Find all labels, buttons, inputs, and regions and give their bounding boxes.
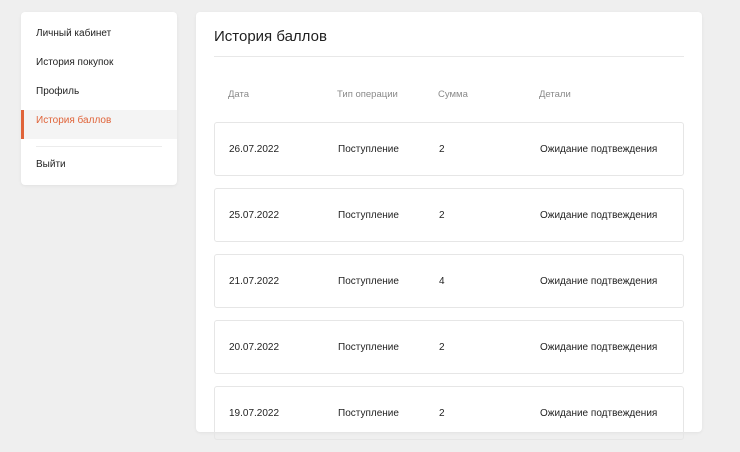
sidebar-item-purchase-history[interactable]: История покупок	[21, 52, 177, 81]
sidebar-item-account[interactable]: Личный кабинет	[21, 23, 177, 52]
table-row: 25.07.2022 Поступление 2 Ожидание подтве…	[214, 188, 684, 242]
row-date: 25.07.2022	[229, 210, 280, 221]
row-amount: 2	[439, 144, 445, 155]
table-header: Дата Тип операции Сумма Детали	[214, 89, 684, 103]
table-row: 20.07.2022 Поступление 2 Ожидание подтве…	[214, 320, 684, 374]
row-type: Поступление	[338, 144, 399, 155]
row-details: Ожидание подтвеждения	[540, 408, 658, 419]
row-details: Ожидание подтвеждения	[540, 144, 658, 155]
row-type: Поступление	[338, 276, 399, 287]
sidebar-item-profile[interactable]: Профиль	[21, 81, 177, 110]
column-header-details: Детали	[539, 89, 571, 100]
row-type: Поступление	[338, 342, 399, 353]
column-header-type: Тип операции	[337, 89, 398, 100]
page-title: История баллов	[214, 28, 327, 45]
table-row: 19.07.2022 Поступление 2 Ожидание подтве…	[214, 386, 684, 440]
row-details: Ожидание подтвеждения	[540, 210, 658, 221]
column-header-amount: Сумма	[438, 89, 468, 100]
row-amount: 2	[439, 408, 445, 419]
row-amount: 2	[439, 210, 445, 221]
table-row: 21.07.2022 Поступление 4 Ожидание подтве…	[214, 254, 684, 308]
row-date: 26.07.2022	[229, 144, 280, 155]
points-table: 26.07.2022 Поступление 2 Ожидание подтве…	[214, 122, 684, 452]
row-amount: 4	[439, 276, 445, 287]
row-date: 20.07.2022	[229, 342, 280, 353]
row-details: Ожидание подтвеждения	[540, 342, 658, 353]
sidebar-nav: Личный кабинет История покупок Профиль И…	[21, 12, 177, 185]
logout-link[interactable]: Выйти	[21, 154, 177, 183]
main-panel: История баллов Дата Тип операции Сумма Д…	[196, 12, 702, 440]
row-type: Поступление	[338, 210, 399, 221]
table-row: 26.07.2022 Поступление 2 Ожидание подтве…	[214, 122, 684, 176]
sidebar-item-points-history[interactable]: История баллов	[21, 110, 177, 139]
row-details: Ожидание подтвеждения	[540, 276, 658, 287]
row-amount: 2	[439, 342, 445, 353]
column-header-date: Дата	[228, 89, 250, 100]
title-divider	[214, 56, 684, 57]
sidebar-divider	[36, 146, 162, 147]
row-type: Поступление	[338, 408, 399, 419]
row-date: 19.07.2022	[229, 408, 280, 419]
row-date: 21.07.2022	[229, 276, 280, 287]
